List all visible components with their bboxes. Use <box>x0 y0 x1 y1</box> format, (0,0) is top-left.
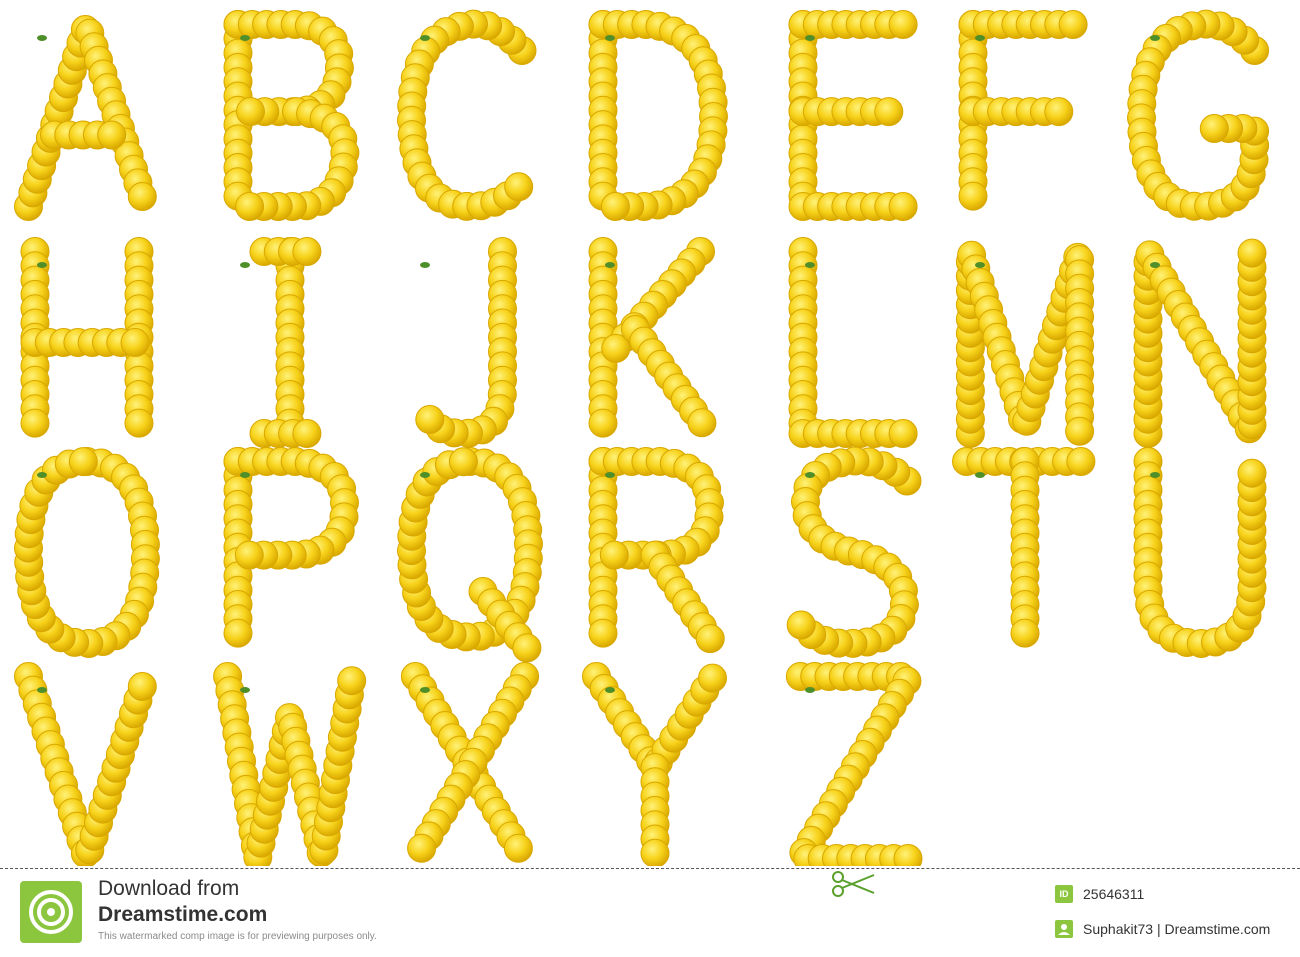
marigold-alphabet-illustration <box>14 9 1270 866</box>
letter-z <box>785 662 923 866</box>
letter-x <box>400 662 540 863</box>
letter-o <box>14 447 160 658</box>
letter-v <box>14 662 157 866</box>
letter-f <box>958 10 1088 211</box>
download-label: Download from <box>98 877 240 900</box>
letter-i <box>240 237 322 448</box>
image-id: 25646311 <box>1083 886 1145 902</box>
scissors-icon <box>832 871 875 897</box>
brand-name: Dreamstime.com <box>98 903 268 926</box>
letter-r <box>588 447 725 654</box>
watermark-footer: Download from Dreamstime.com This waterm… <box>0 869 1300 957</box>
user-icon <box>1055 920 1073 938</box>
id-badge: ID <box>1055 885 1073 903</box>
letter-n <box>1133 238 1267 448</box>
letter-l <box>788 237 918 448</box>
letter-b <box>223 10 360 221</box>
letter-d <box>588 10 728 221</box>
preview-note: This watermarked comp image is for previ… <box>98 931 377 942</box>
letter-a <box>14 15 157 221</box>
letter-w <box>213 662 367 866</box>
letter-g <box>1127 9 1270 221</box>
photographer-credit: Suphakit73 | Dreamstime.com <box>1083 921 1271 937</box>
letter-p <box>223 447 359 648</box>
letter-e <box>788 10 918 221</box>
letter-c <box>397 9 537 221</box>
letter-j <box>415 237 517 448</box>
letter-s <box>786 446 922 658</box>
letter-m <box>955 240 1095 448</box>
letter-t <box>952 447 1096 648</box>
letter-h <box>20 237 154 438</box>
letter-q <box>397 447 543 663</box>
dreamstime-spiral-icon <box>20 881 82 943</box>
letter-y <box>582 662 727 866</box>
letter-k <box>588 237 717 438</box>
letter-u <box>1133 447 1267 658</box>
